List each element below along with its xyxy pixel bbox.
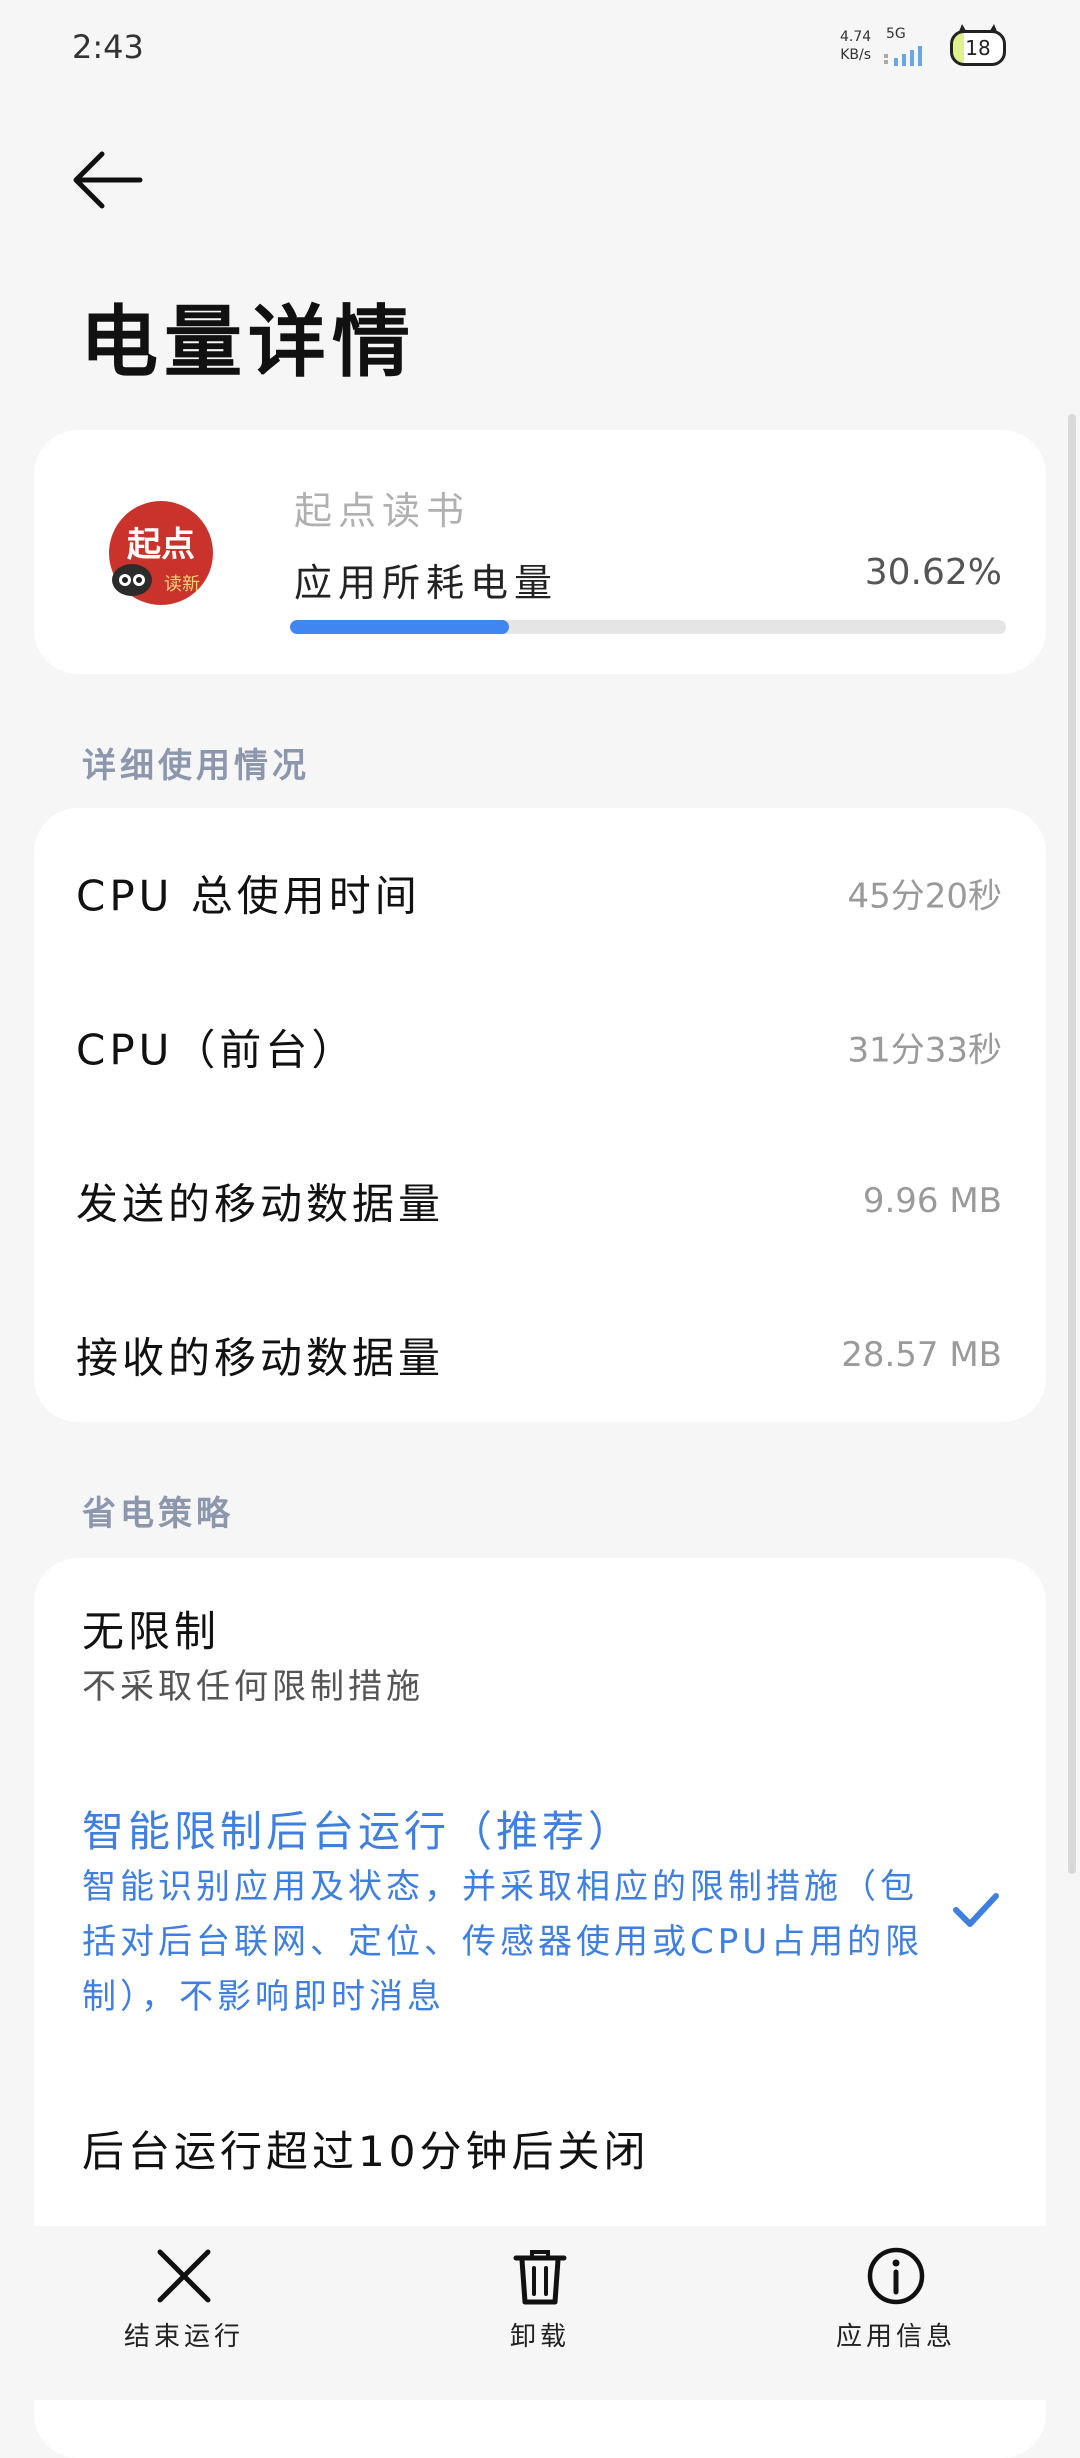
details-card: CPU 总使用时间 45分20秒 CPU（前台） 31分33秒 发送的移动数据量…	[34, 808, 1046, 1422]
detail-label: CPU 总使用时间	[76, 871, 421, 921]
policy-option-close-after-10min[interactable]: 后台运行超过10分钟后关闭	[34, 2118, 1046, 2238]
detail-label: 发送的移动数据量	[76, 1179, 445, 1229]
network-speed: 4.74 KB/s	[840, 28, 871, 64]
app-usage-card: 起点 读新 起点读书 应用所耗电量 30.62%	[34, 430, 1046, 674]
detail-label: 接收的移动数据量	[76, 1333, 445, 1383]
details-section-header: 详细使用情况	[82, 746, 310, 786]
info-icon	[867, 2247, 925, 2305]
detail-row-data-received: 接收的移动数据量 28.57 MB	[34, 1280, 1046, 1430]
policy-section-header: 省电策略	[82, 1494, 234, 1534]
usage-progress-bar	[290, 620, 1006, 634]
battery-icon: 18	[950, 30, 1006, 66]
detail-row-cpu-total: CPU 总使用时间 45分20秒	[34, 818, 1046, 968]
policy-option-title: 智能限制后台运行（推荐）	[82, 1807, 635, 1856]
detail-value: 9.96 MB	[862, 1181, 1002, 1221]
uninstall-button[interactable]: 卸载	[440, 2246, 640, 2386]
app-name: 起点读书	[294, 489, 471, 533]
battery-level: 18	[965, 36, 991, 60]
usage-percent: 30.62%	[864, 552, 1002, 593]
back-arrow-icon	[73, 151, 143, 209]
detail-row-data-sent: 发送的移动数据量 9.96 MB	[34, 1126, 1046, 1276]
force-stop-label: 结束运行	[123, 2322, 244, 2352]
app-info-label: 应用信息	[835, 2322, 956, 2352]
usage-label: 应用所耗电量	[294, 561, 559, 605]
network-speed-value: 4.74	[840, 29, 872, 45]
policy-option-unrestricted[interactable]: 无限制 不采取任何限制措施	[34, 1598, 1046, 1748]
app-info-button[interactable]: 应用信息	[796, 2246, 996, 2386]
svg-text:起点: 起点	[127, 525, 195, 565]
network-speed-unit: KB/s	[840, 47, 871, 63]
usage-progress-fill	[290, 620, 510, 634]
bottom-action-bar: 结束运行 卸载 应用信息	[0, 2226, 1080, 2400]
detail-value: 28.57 MB	[841, 1335, 1002, 1375]
policy-option-title: 无限制	[82, 1607, 221, 1656]
close-icon	[157, 2249, 211, 2303]
page-title: 电量详情	[80, 298, 417, 388]
network-type: 5G	[886, 26, 906, 42]
uninstall-label: 卸载	[509, 2322, 570, 2352]
svg-text:读新: 读新	[164, 574, 200, 595]
policy-option-title: 后台运行超过10分钟后关闭	[82, 2127, 650, 2176]
trash-icon	[513, 2250, 567, 2305]
back-button[interactable]	[68, 144, 148, 216]
force-stop-button[interactable]: 结束运行	[84, 2246, 284, 2386]
detail-row-cpu-foreground: CPU（前台） 31分33秒	[34, 972, 1046, 1122]
status-time: 2:43	[72, 28, 144, 66]
detail-label: CPU（前台）	[76, 1025, 358, 1075]
detail-value: 45分20秒	[847, 876, 1002, 917]
qidian-app-icon: 起点 读新	[109, 501, 213, 605]
scrollbar[interactable]	[1068, 414, 1076, 1874]
status-bar: 2:43 4.74 KB/s 5G 18	[0, 0, 1080, 100]
policy-option-smart-restrict[interactable]: 智能限制后台运行（推荐） 智能识别应用及状态，并采取相应的限制措施（包括对后台联…	[34, 1798, 1046, 2038]
policy-option-description: 智能识别应用及状态，并采取相应的限制措施（包括对后台联网、定位、传感器使用或CP…	[82, 1867, 924, 2017]
checkmark-icon	[953, 1893, 999, 1927]
policy-option-description: 不采取任何限制措施	[82, 1667, 424, 1707]
detail-value: 31分33秒	[847, 1030, 1002, 1071]
signal-icon	[884, 46, 922, 66]
